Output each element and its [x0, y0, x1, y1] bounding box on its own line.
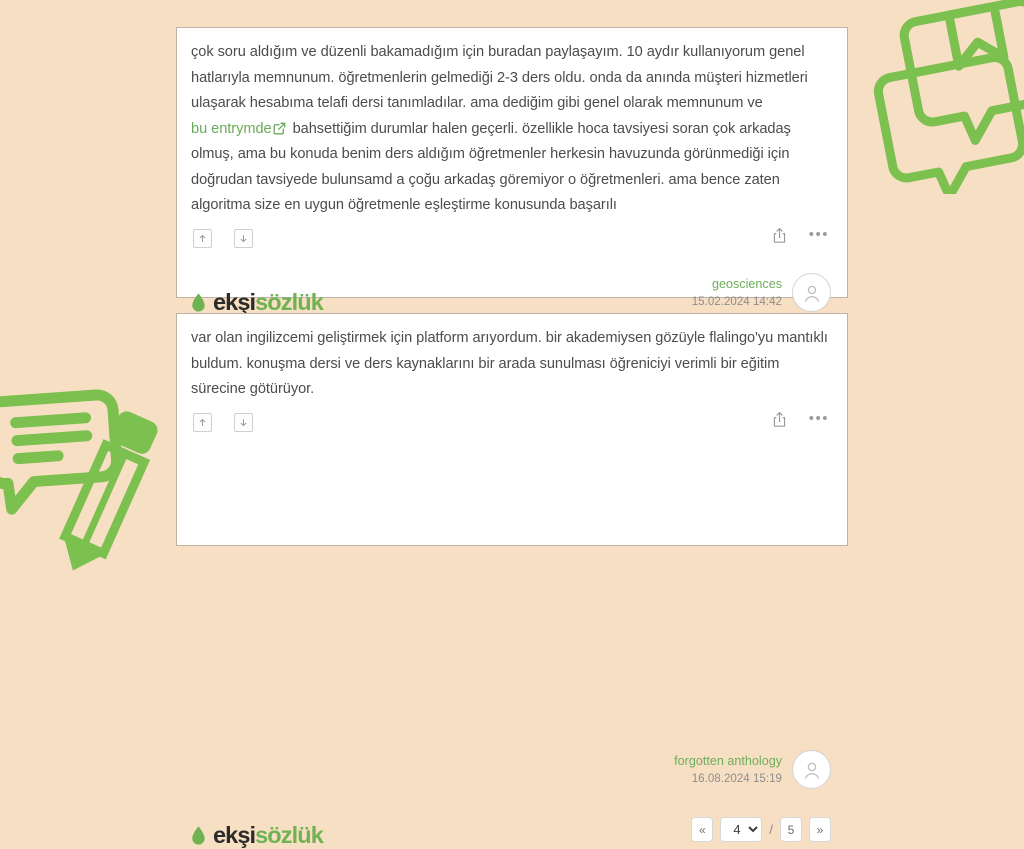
author-meta: forgotten anthology 16.08.2024 15:19 — [674, 753, 782, 787]
upvote-arrow-icon — [199, 418, 206, 426]
upvote-button[interactable] — [193, 412, 212, 432]
logo-text-primary: ekşi — [213, 822, 256, 848]
share-icon — [773, 227, 785, 243]
entry-author-block: geosciences 15.02.2024 14:42 — [692, 273, 831, 312]
pagination-separator: / — [769, 822, 773, 837]
entry-text: var olan ingilizcemi geliştirmek için pl… — [177, 314, 847, 405]
entry-card: var olan ingilizcemi geliştirmek için pl… — [176, 313, 848, 848]
entry-author-block: forgotten anthology 16.08.2024 15:19 — [674, 750, 831, 789]
entry-actions: ••• — [177, 227, 847, 261]
downvote-arrow-icon — [240, 418, 247, 426]
last-page-button[interactable]: » — [809, 817, 831, 842]
share-icon — [773, 411, 785, 427]
logo-text-secondary: sözlük — [255, 289, 324, 315]
entry-tools: ••• — [772, 227, 829, 244]
author-name-link[interactable]: forgotten anthology — [674, 753, 782, 770]
pagination: « 12345 / 5 » — [691, 817, 831, 842]
logo-text-secondary: sözlük — [255, 822, 324, 848]
site-logo[interactable]: ekşisözlük — [191, 822, 324, 849]
share-button[interactable] — [772, 227, 787, 244]
entry-link-label: bu entrymde — [191, 120, 272, 137]
entry-text-before-link: var olan ingilizcemi geliştirmek için pl… — [191, 330, 828, 397]
entry-list: çok soru aldığım ve düzenli bakamadığım … — [176, 0, 850, 848]
speech-bubble-pencil-icon — [0, 389, 158, 571]
logo-text-primary: ekşi — [213, 289, 256, 315]
vote-group — [193, 412, 253, 432]
entry-text: çok soru aldığım ve düzenli bakamadığım … — [177, 28, 847, 221]
upvote-button[interactable] — [193, 228, 212, 248]
droplet-icon — [192, 293, 205, 312]
entry-tools: ••• — [772, 411, 829, 428]
author-name-link[interactable]: geosciences — [692, 276, 782, 293]
entry-actions: ••• — [177, 411, 847, 445]
page-select[interactable]: 12345 — [720, 817, 763, 842]
avatar[interactable] — [792, 750, 831, 789]
downvote-button[interactable] — [234, 412, 253, 432]
upvote-arrow-icon — [199, 234, 206, 242]
entry-card: çok soru aldığım ve düzenli bakamadığım … — [176, 27, 848, 315]
more-options-button[interactable]: ••• — [809, 411, 829, 426]
author-meta: geosciences 15.02.2024 14:42 — [692, 276, 782, 310]
entry-date: 16.08.2024 15:19 — [691, 771, 782, 785]
user-avatar-icon — [804, 762, 819, 779]
entry-text-before-link: çok soru aldığım ve düzenli bakamadığım … — [191, 44, 808, 111]
vote-group — [193, 228, 253, 248]
first-page-button[interactable]: « — [691, 817, 714, 842]
more-options-button[interactable]: ••• — [809, 227, 829, 242]
downvote-button[interactable] — [234, 228, 253, 248]
share-button[interactable] — [772, 411, 787, 428]
site-logo[interactable]: ekşisözlük — [191, 289, 324, 316]
speech-bubbles-bookmark-icon — [873, 0, 1024, 194]
external-link-icon — [273, 122, 285, 134]
user-avatar-icon — [804, 285, 819, 302]
entry-inline-link[interactable]: bu entrymde — [191, 121, 289, 137]
avatar[interactable] — [792, 273, 831, 312]
downvote-arrow-icon — [240, 234, 247, 242]
entry-date: 15.02.2024 14:42 — [691, 294, 782, 308]
total-pages-button[interactable]: 5 — [780, 817, 802, 842]
droplet-icon — [192, 826, 205, 845]
